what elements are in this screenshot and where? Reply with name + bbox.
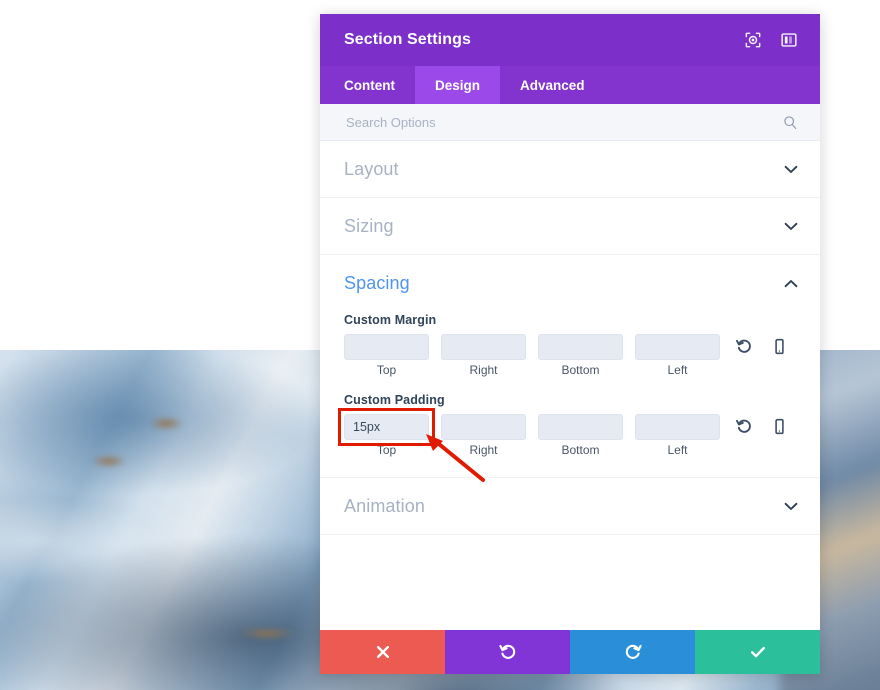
tab-design[interactable]: Design bbox=[415, 66, 501, 104]
margin-left-input[interactable] bbox=[635, 334, 720, 360]
settings-body: Layout Sizing Spacing Custom Margin Top … bbox=[320, 141, 820, 630]
margin-bottom-cell: Bottom bbox=[538, 334, 623, 377]
undo-button[interactable] bbox=[445, 630, 570, 674]
padding-row-icons bbox=[736, 414, 788, 435]
reset-icon[interactable] bbox=[736, 418, 753, 435]
tab-content[interactable]: Content bbox=[320, 66, 415, 104]
padding-right-input[interactable] bbox=[441, 414, 526, 440]
layout-panel-icon[interactable] bbox=[780, 31, 798, 49]
accordion-title-spacing: Spacing bbox=[344, 272, 410, 293]
redo-button[interactable] bbox=[570, 630, 695, 674]
chevron-down-icon[interactable] bbox=[784, 222, 798, 231]
margin-left-cell: Left bbox=[635, 334, 720, 377]
padding-left-input[interactable] bbox=[635, 414, 720, 440]
accordion-title-sizing: Sizing bbox=[344, 215, 394, 236]
accordion-animation: Animation bbox=[320, 478, 820, 535]
reset-icon[interactable] bbox=[736, 338, 753, 355]
cancel-button[interactable] bbox=[320, 630, 445, 674]
custom-padding-label: Custom Padding bbox=[344, 393, 445, 407]
padding-left-cell: Left bbox=[635, 414, 720, 457]
accordion-layout: Layout bbox=[320, 141, 820, 198]
custom-padding-row: Top Right Bottom bbox=[338, 408, 798, 457]
accordion-header-layout[interactable]: Layout bbox=[320, 141, 820, 197]
padding-top-input[interactable] bbox=[344, 414, 429, 440]
spacing-panel: Custom Margin Top Right Bottom Left Cust… bbox=[320, 313, 820, 477]
margin-top-sublabel: Top bbox=[376, 363, 397, 377]
mobile-device-icon[interactable] bbox=[771, 338, 788, 355]
chevron-down-icon[interactable] bbox=[784, 502, 798, 511]
mobile-device-icon[interactable] bbox=[771, 418, 788, 435]
margin-row-icons bbox=[736, 334, 788, 355]
target-icon[interactable] bbox=[744, 31, 762, 49]
modal-header: Section Settings bbox=[320, 14, 820, 66]
padding-left-sublabel: Left bbox=[667, 443, 688, 457]
padding-right-cell: Right bbox=[441, 414, 526, 457]
padding-top-sublabel: Top bbox=[376, 443, 397, 457]
save-button[interactable] bbox=[695, 630, 820, 674]
accordion-header-sizing[interactable]: Sizing bbox=[320, 198, 820, 254]
search-input[interactable] bbox=[344, 113, 783, 131]
custom-margin-label: Custom Margin bbox=[344, 313, 437, 327]
chevron-down-icon[interactable] bbox=[784, 165, 798, 174]
checkmark-icon bbox=[750, 646, 765, 658]
custom-padding-group: Custom Padding Top Right bbox=[338, 393, 798, 457]
margin-bottom-input[interactable] bbox=[538, 334, 623, 360]
margin-bottom-sublabel: Bottom bbox=[561, 363, 600, 377]
search-icon[interactable] bbox=[783, 115, 798, 130]
page-title: Section Settings bbox=[344, 31, 471, 48]
section-settings-modal: Section Settings Content Design Advanced… bbox=[320, 14, 820, 674]
redo-arrow-icon bbox=[625, 644, 642, 659]
tab-advanced[interactable]: Advanced bbox=[500, 66, 605, 104]
margin-right-input[interactable] bbox=[441, 334, 526, 360]
close-x-icon bbox=[376, 645, 389, 659]
accordion-header-animation[interactable]: Animation bbox=[320, 478, 820, 534]
settings-tabbar: Content Design Advanced bbox=[320, 66, 820, 104]
undo-arrow-icon bbox=[498, 644, 515, 659]
screen: Section Settings Content Design Advanced… bbox=[0, 0, 880, 690]
margin-top-cell: Top bbox=[344, 334, 429, 377]
custom-margin-group: Custom Margin Top Right Bottom Left bbox=[344, 313, 798, 377]
padding-right-sublabel: Right bbox=[469, 443, 498, 457]
padding-top-cell: Top bbox=[338, 408, 435, 457]
accordion-header-spacing[interactable]: Spacing bbox=[320, 255, 820, 311]
margin-left-sublabel: Left bbox=[667, 363, 688, 377]
margin-right-sublabel: Right bbox=[469, 363, 498, 377]
accordion-title-animation: Animation bbox=[344, 495, 425, 516]
margin-top-input[interactable] bbox=[344, 334, 429, 360]
padding-bottom-input[interactable] bbox=[538, 414, 623, 440]
accordion-spacing: Spacing Custom Margin Top Right Bottom L… bbox=[320, 255, 820, 478]
search-options-bar bbox=[320, 104, 820, 141]
margin-right-cell: Right bbox=[441, 334, 526, 377]
padding-bottom-cell: Bottom bbox=[538, 414, 623, 457]
padding-bottom-sublabel: Bottom bbox=[561, 443, 600, 457]
custom-margin-row: Top Right Bottom Left bbox=[344, 334, 798, 377]
chevron-up-icon[interactable] bbox=[784, 279, 798, 288]
modal-footer bbox=[320, 630, 820, 674]
header-icon-group bbox=[744, 31, 798, 49]
accordion-sizing: Sizing bbox=[320, 198, 820, 255]
accordion-title-layout: Layout bbox=[344, 158, 399, 179]
